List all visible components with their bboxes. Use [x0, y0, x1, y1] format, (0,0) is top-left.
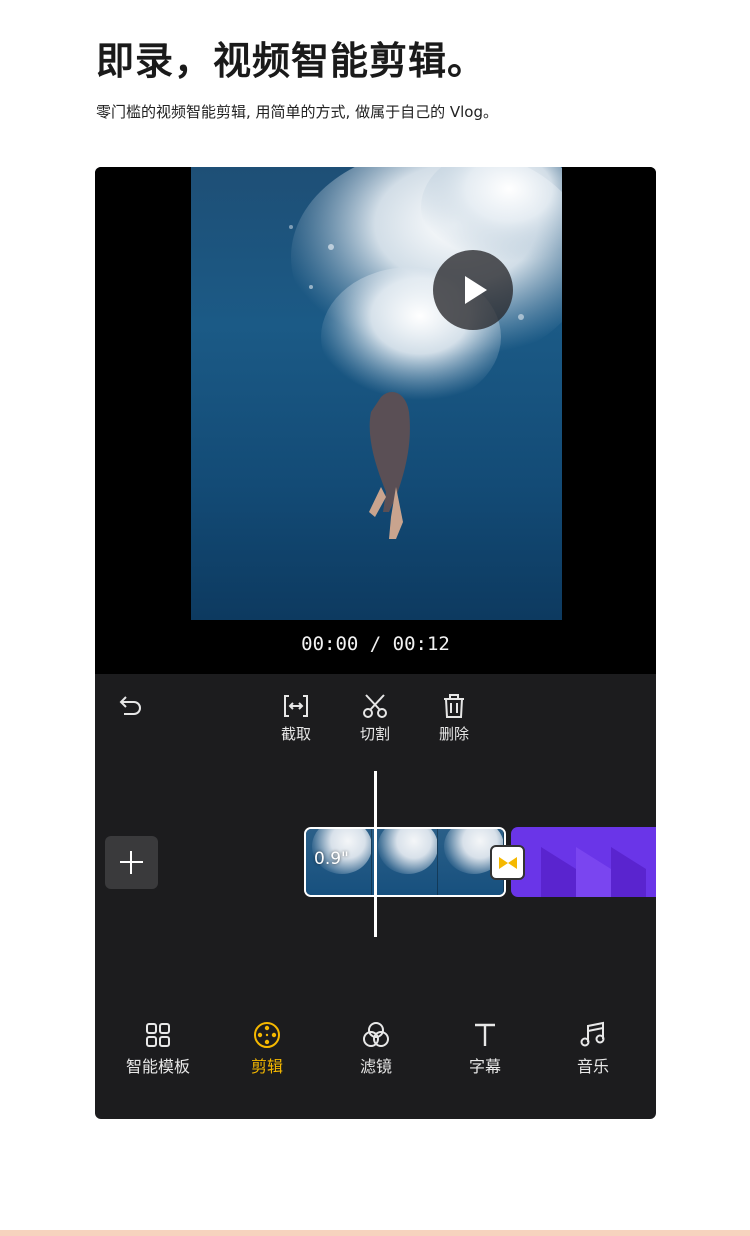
play-icon: [465, 276, 487, 304]
page-subheadline: 零门槛的视频智能剪辑, 用简单的方式, 做属于自己的 Vlog。: [96, 103, 498, 121]
nav-label: 字幕: [468, 1057, 501, 1076]
transition-icon: [499, 857, 508, 869]
film-reel-icon: [254, 1022, 280, 1048]
nav-label: 音乐: [576, 1057, 609, 1076]
next-clip-pattern: [541, 847, 646, 897]
nav-filter[interactable]: 滤镜: [331, 1020, 421, 1077]
split-button[interactable]: 切割: [345, 691, 405, 744]
editor-mockup: 00:00 / 00:12 截取 切割 删除 0.9" 智能模板 剪辑 滤镜 字…: [95, 167, 656, 1119]
delete-label: 删除: [438, 725, 469, 743]
grid-icon: [146, 1023, 170, 1047]
trim-label: 截取: [280, 725, 311, 743]
diver-image: [289, 167, 562, 539]
timecode: 00:00 / 00:12: [301, 633, 450, 655]
trim-button[interactable]: 截取: [266, 691, 326, 744]
nav-smart-template[interactable]: 智能模板: [113, 1020, 203, 1077]
add-clip-button[interactable]: [105, 836, 158, 889]
filter-circles-icon: [363, 1022, 389, 1047]
nav-subtitle[interactable]: 字幕: [440, 1020, 530, 1077]
nav-label: 智能模板: [125, 1057, 190, 1076]
split-label: 切割: [359, 725, 390, 743]
nav-edit[interactable]: 剪辑: [222, 1020, 312, 1077]
bottom-accent-strip: [0, 1230, 750, 1236]
trash-icon: [444, 694, 464, 718]
nav-label: 滤镜: [359, 1057, 392, 1076]
music-note-icon: [580, 1021, 605, 1047]
video-preview[interactable]: 00:00 / 00:12: [95, 167, 656, 674]
nav-label: 剪辑: [250, 1057, 283, 1076]
clip-duration: 0.9": [314, 849, 349, 869]
delete-button[interactable]: 删除: [424, 691, 484, 744]
video-clip[interactable]: 0.9": [304, 827, 506, 897]
play-button[interactable]: [433, 250, 513, 330]
trim-icon: [284, 695, 308, 717]
playhead[interactable]: [374, 771, 377, 937]
undo-icon[interactable]: [116, 693, 144, 721]
clip-thumbnail: [372, 829, 438, 895]
next-clip[interactable]: [511, 827, 656, 897]
text-icon: [475, 1023, 495, 1046]
video-frame: [191, 167, 562, 620]
scissors-icon: [363, 694, 387, 718]
page-headline: 即录，视频智能剪辑。: [96, 39, 487, 83]
transition-button[interactable]: [490, 845, 525, 880]
nav-music[interactable]: 音乐: [548, 1020, 638, 1077]
